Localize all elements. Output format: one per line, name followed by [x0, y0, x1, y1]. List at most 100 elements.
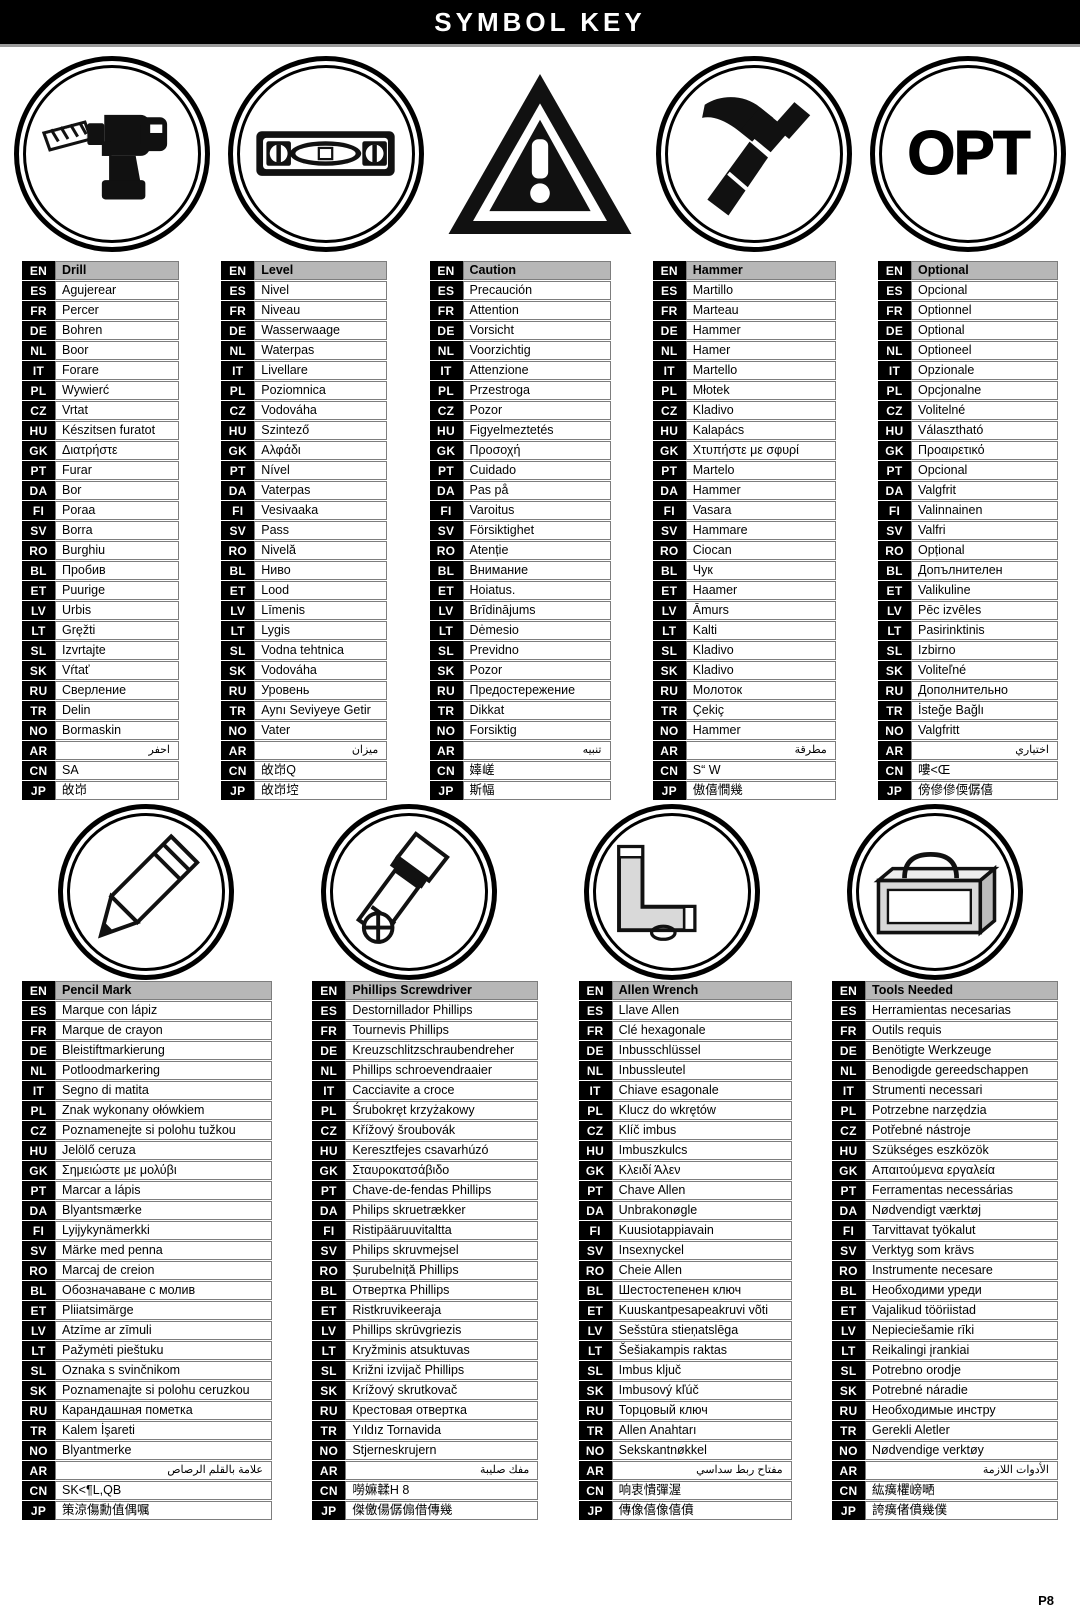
table-row: IT Martello	[652, 361, 836, 380]
language-code-lv: LV	[429, 601, 463, 620]
term-allen-wrench-et: Kuuskantpesapeakruvi võti	[611, 1301, 792, 1320]
table-row: ET Vajalikud tööriistad	[831, 1301, 1058, 1320]
language-code-en: EN	[429, 261, 463, 280]
page-header: SYMBOL KEY	[0, 0, 1080, 44]
term-phillips-screwdriver-es: Destornillador Phillips	[345, 1001, 539, 1020]
language-code-gk: GK	[831, 1161, 865, 1180]
term-pencil-mark-hu: Jelölő ceruza	[55, 1141, 272, 1160]
language-code-bl: BL	[652, 561, 686, 580]
bottom-symbol-icons	[0, 803, 1080, 980]
term-hammer-jp: 傲僖憪幾	[685, 781, 836, 800]
table-row: FI Poraa	[22, 501, 179, 520]
term-tools-needed-fr: Outils requis	[864, 1021, 1058, 1040]
language-code-lv: LV	[578, 1321, 612, 1340]
language-code-fi: FI	[429, 501, 463, 520]
table-row: FR Optionnel	[878, 301, 1058, 320]
table-row: NO Vater	[221, 721, 388, 740]
language-code-hu: HU	[878, 421, 911, 440]
table-row: BL Ниво	[221, 561, 388, 580]
term-pencil-mark-jp: 策涼傷勳值偶嘱	[55, 1501, 272, 1520]
term-pencil-mark-nl: Potloodmarkering	[55, 1061, 272, 1080]
table-row: AR تنبيه	[429, 741, 611, 760]
term-caution-cz: Pozor	[462, 401, 611, 420]
caution-icon-art	[442, 56, 638, 252]
table-row: EN Level	[221, 261, 388, 280]
table-row: JP 傳像僖像僖僨	[578, 1501, 792, 1520]
term-allen-wrench-sk: Imbusový kľúč	[611, 1381, 792, 1400]
table-row: SV Valfri	[878, 521, 1058, 540]
table-row: PL Wywierć	[22, 381, 179, 400]
language-code-pl: PL	[652, 381, 686, 400]
page-title: SYMBOL KEY	[434, 6, 646, 37]
table-row: JP 誇癀偖僨幾僕	[831, 1501, 1058, 1520]
table-row: FI Vesivaaka	[221, 501, 388, 520]
table-row: FR Tournevis Phillips	[312, 1021, 539, 1040]
table-row: RO Opțional	[878, 541, 1058, 560]
table-row: RU Карандашная пометка	[22, 1401, 272, 1420]
language-code-jp: JP	[652, 781, 686, 800]
term-drill-da: Bor	[55, 481, 179, 500]
term-caution-lt: Dėmesio	[462, 621, 611, 640]
table-row: FR Attention	[429, 301, 611, 320]
language-code-ar: AR	[578, 1461, 612, 1480]
language-code-fr: FR	[312, 1021, 346, 1040]
term-tools-needed-bl: Необходими уреди	[864, 1281, 1058, 1300]
table-row: SV Försiktighet	[429, 521, 611, 540]
term-level-pl: Poziomnica	[254, 381, 388, 400]
language-code-ar: AR	[312, 1461, 346, 1480]
language-code-fr: FR	[878, 301, 911, 320]
table-row: EN Drill	[22, 261, 179, 280]
language-code-da: DA	[429, 481, 463, 500]
language-code-et: ET	[578, 1301, 612, 1320]
language-code-no: NO	[429, 721, 463, 740]
term-optional-fi: Valinnainen	[911, 501, 1058, 520]
term-hammer-ar: مطرقة	[685, 741, 836, 760]
table-row: DA Blyantsmærke	[22, 1201, 272, 1220]
language-code-tr: TR	[429, 701, 463, 720]
table-row: SV Hammare	[652, 521, 836, 540]
language-code-cz: CZ	[831, 1121, 865, 1140]
table-row: DE Optional	[878, 321, 1058, 340]
table-row: PT Cuidado	[429, 461, 611, 480]
language-code-nl: NL	[22, 341, 55, 360]
table-body-pencil-mark: EN Pencil Mark ES Marque con lápiz FR Marque …	[22, 981, 272, 1520]
term-caution-sv: Försiktighet	[462, 521, 611, 540]
term-allen-wrench-sv: Insexnyckel	[611, 1241, 792, 1260]
table-row: TR Delin	[22, 701, 179, 720]
term-optional-ru: Дополнительно	[911, 681, 1058, 700]
table-body-caution: EN Caution ES Precaución FR Attention DE Vorsic…	[429, 261, 611, 800]
language-code-gk: GK	[652, 441, 686, 460]
language-code-sl: SL	[221, 641, 255, 660]
table-row: FR Percer	[22, 301, 179, 320]
table-row: RU Необходимые инстру	[831, 1401, 1058, 1420]
language-code-no: NO	[578, 1441, 612, 1460]
language-code-en: EN	[312, 981, 346, 1000]
language-code-cz: CZ	[22, 401, 55, 420]
table-row: TR Çekiç	[652, 701, 836, 720]
term-drill-en: Drill	[55, 261, 179, 280]
table-row: JP 敀岇	[22, 781, 179, 800]
term-level-fi: Vesivaaka	[254, 501, 388, 520]
language-code-cz: CZ	[312, 1121, 346, 1140]
language-code-jp: JP	[429, 781, 463, 800]
language-code-lt: LT	[22, 1341, 55, 1360]
term-tools-needed-ro: Instrumente necesare	[864, 1261, 1058, 1280]
term-caution-es: Precaución	[462, 281, 611, 300]
term-drill-ru: Сверление	[55, 681, 179, 700]
term-hammer-no: Hammer	[685, 721, 836, 740]
table-row: RO Nivelă	[221, 541, 388, 560]
term-level-fr: Niveau	[254, 301, 388, 320]
language-code-pt: PT	[429, 461, 463, 480]
table-row: FI Tarvittavat työkalut	[831, 1221, 1058, 1240]
language-code-sv: SV	[652, 521, 686, 540]
table-row: FI Kuusiotappiavain	[578, 1221, 792, 1240]
table-row: BL Шестостепенен ключ	[578, 1281, 792, 1300]
table-body-level: EN Level ES Nivel FR Niveau DE Wasserwaage NL Wat…	[221, 261, 388, 800]
term-drill-it: Forare	[55, 361, 179, 380]
language-code-it: IT	[578, 1081, 612, 1100]
term-caution-bl: Внимание	[462, 561, 611, 580]
table-row: BL Чук	[652, 561, 836, 580]
language-code-cz: CZ	[221, 401, 255, 420]
term-tools-needed-sl: Potrebno orodje	[864, 1361, 1058, 1380]
table-row: EN Optional	[878, 261, 1058, 280]
